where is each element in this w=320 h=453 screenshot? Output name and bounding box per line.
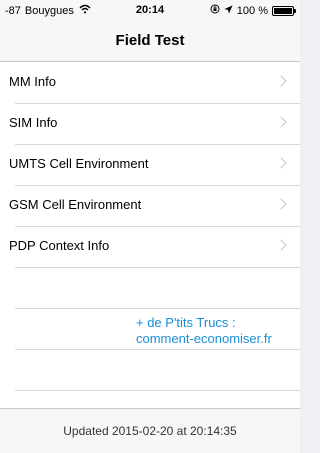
updated-timestamp: Updated 2015-02-20 at 20:14:35 [63, 424, 237, 438]
field-test-list: MM Info SIM Info UMTS Cell Environment G… [0, 62, 300, 408]
footer-toolbar: Updated 2015-02-20 at 20:14:35 [0, 408, 300, 453]
list-item-pdp-context-info[interactable]: PDP Context Info [0, 226, 300, 267]
rotation-lock-icon [210, 4, 220, 17]
battery-percent: 100 % [236, 4, 268, 17]
list-item-mm-info[interactable]: MM Info [0, 62, 300, 103]
promo-line-1: + de P'tits Trucs : [136, 315, 236, 330]
chevron-right-icon [275, 198, 287, 210]
promo-link[interactable]: + de P'tits Trucs : comment-economiser.f… [136, 315, 296, 347]
page-title: Field Test [115, 32, 185, 49]
battery-icon [272, 5, 296, 16]
divider [15, 267, 300, 268]
promo-line-2: comment-economiser.fr [136, 331, 272, 346]
list-item-label: SIM Info [9, 115, 58, 130]
location-arrow-icon [224, 5, 233, 17]
list-item-gsm-cell-environment[interactable]: GSM Cell Environment [0, 185, 300, 226]
list-item-label: GSM Cell Environment [9, 197, 142, 212]
list-item-label: PDP Context Info [9, 238, 110, 253]
status-bar: -87 Bouygues 20:14 100 % [0, 0, 300, 20]
list-item-sim-info[interactable]: SIM Info [0, 103, 300, 144]
divider [15, 349, 300, 350]
divider [15, 308, 300, 309]
navigation-bar: Field Test [0, 20, 300, 62]
chevron-right-icon [275, 239, 287, 251]
battery-level-fill [274, 7, 292, 14]
list-item-label: MM Info [9, 74, 56, 89]
list-item-label: UMTS Cell Environment [9, 156, 149, 171]
chevron-right-icon [275, 116, 287, 128]
list-item-umts-cell-environment[interactable]: UMTS Cell Environment [0, 144, 300, 185]
chevron-right-icon [275, 75, 287, 87]
divider [15, 390, 300, 391]
status-right: 100 % [206, 4, 296, 17]
chevron-right-icon [275, 157, 287, 169]
